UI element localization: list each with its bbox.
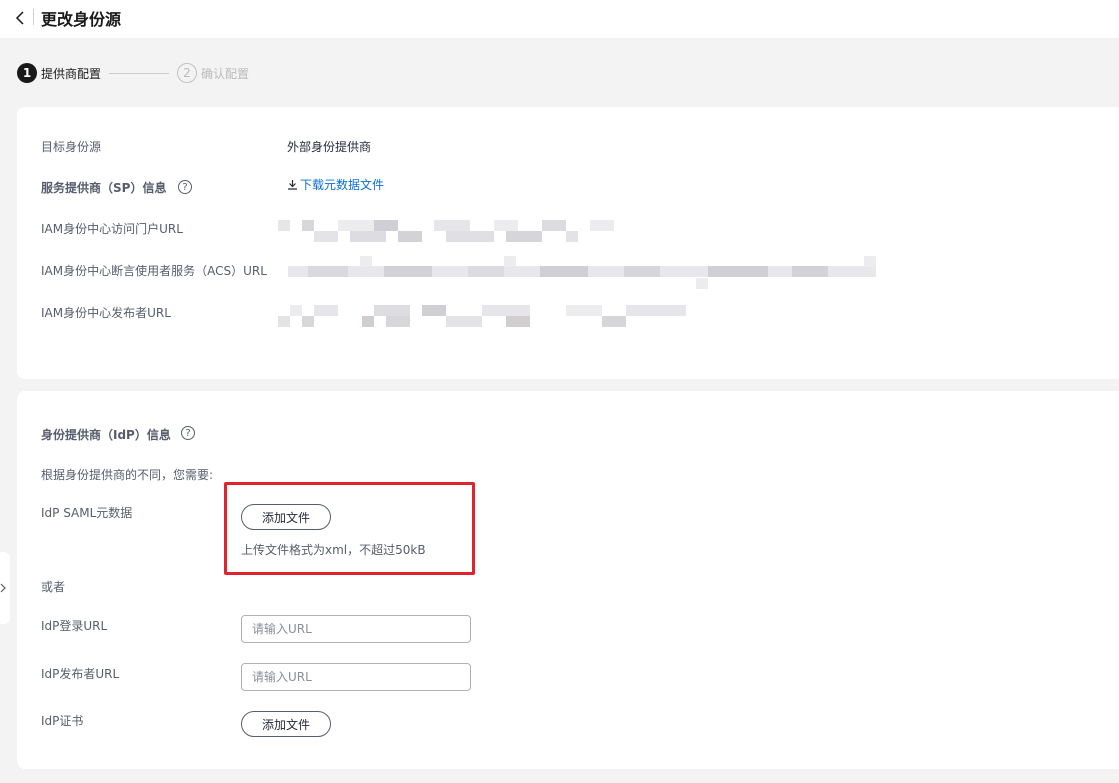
target-source-label: 目标身份源 [41,140,102,154]
idp-login-url-label: IdP登录URL [41,619,108,633]
idp-cert-label: IdP证书 [41,714,84,728]
or-text: 或者 [41,580,66,594]
acs-url-label: IAM身份中心断言使用者服务（ACS）URL [41,264,267,278]
step-2-number: 2 [177,63,197,83]
idp-saml-label: IdP SAML元数据 [41,506,133,520]
idp-info-title: 身份提供商（IdP）信息 [41,428,171,442]
help-icon[interactable]: ? [181,426,195,440]
portal-url-value-redacted [278,217,614,245]
help-icon[interactable]: ? [178,180,192,194]
download-icon [287,179,298,190]
download-metadata-link[interactable]: 下载元数据文件 [287,176,384,193]
idp-description: 根据身份提供商的不同，您需要: [41,468,214,482]
step-1-label: 提供商配置 [41,67,102,81]
sp-info-label: 服务提供商（SP）信息 [41,181,167,195]
page-title: 更改身份源 [41,10,122,29]
header-divider [33,9,34,25]
step-indicator: 1 提供商配置 2 确认配置 [17,62,417,84]
target-source-value: 外部身份提供商 [287,140,372,154]
step-connector [109,73,169,74]
portal-url-label: IAM身份中心访问门户URL [41,222,183,236]
highlight-box [224,482,475,575]
page-header: 更改身份源 [0,0,1119,38]
download-metadata-text: 下载元数据文件 [300,178,385,192]
step-1-number: 1 [17,63,37,83]
idp-login-url-input[interactable] [241,615,471,643]
acs-url-value-redacted [288,256,876,292]
add-cert-file-button[interactable]: 添加文件 [241,711,331,737]
chevron-left-icon[interactable] [12,9,26,27]
issuer-url-label: IAM身份中心发布者URL [41,306,171,320]
chevron-right-icon [0,583,6,593]
sidebar-toggle[interactable] [0,552,10,624]
idp-info-card [17,391,1119,769]
idp-issuer-url-label: IdP发布者URL [41,667,120,681]
step-2-label: 确认配置 [201,67,250,81]
idp-issuer-url-input[interactable] [241,663,471,691]
issuer-url-value-redacted [278,302,686,330]
